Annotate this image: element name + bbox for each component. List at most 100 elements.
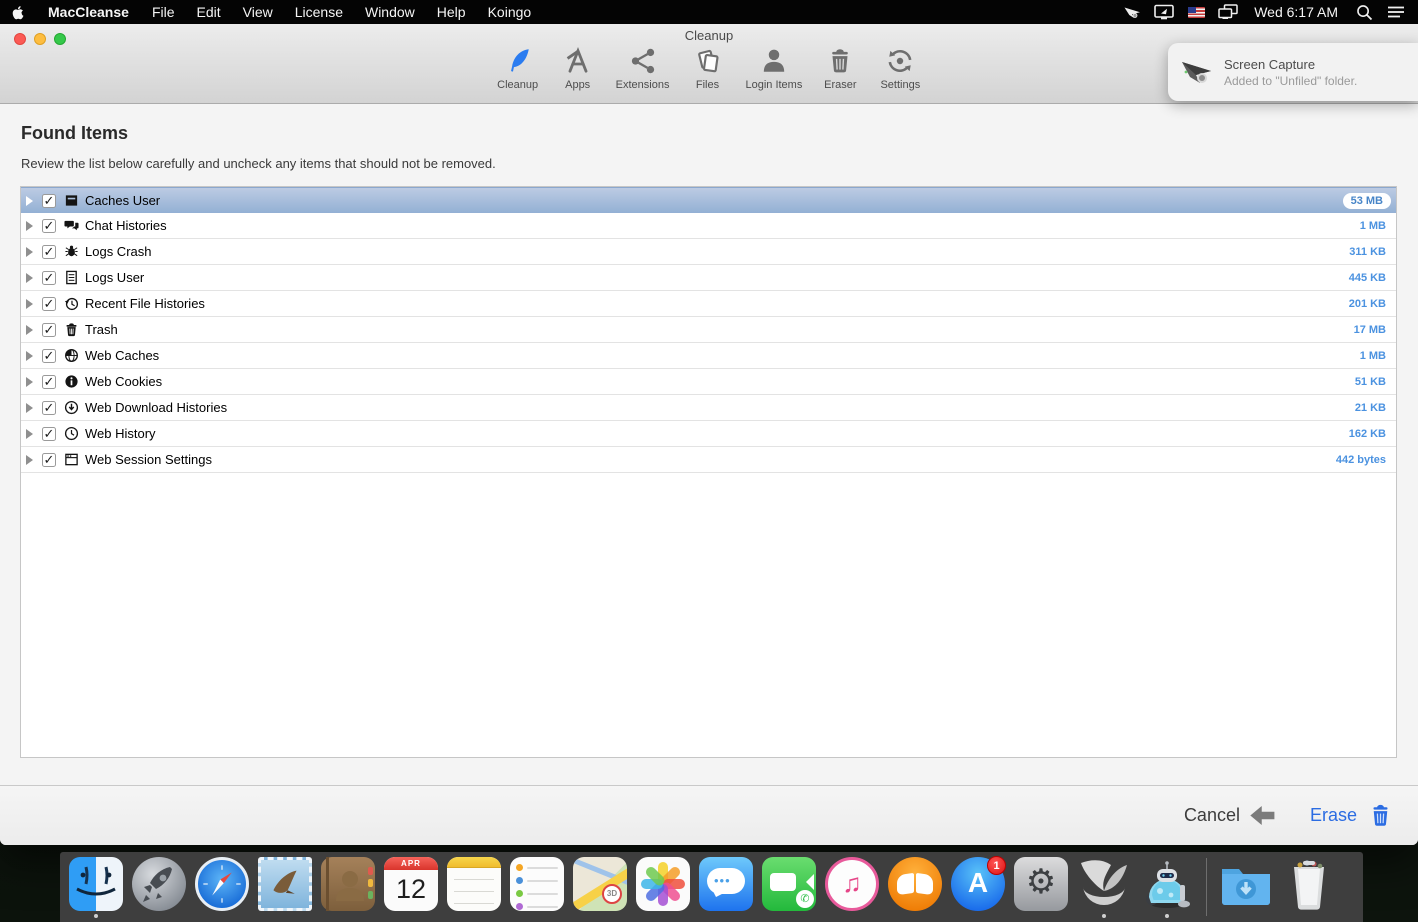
toolbar-item-extensions[interactable]: Extensions (616, 46, 670, 91)
disclosure-triangle-icon[interactable] (26, 403, 33, 413)
menu-clock[interactable]: Wed 6:17 AM (1248, 4, 1344, 20)
item-checkbox[interactable]: ✓ (42, 453, 56, 467)
dock-item-downloads-folder[interactable] (1218, 856, 1274, 918)
menu-item-window[interactable]: Window (354, 4, 426, 20)
list-item[interactable]: ✓ Web Session Settings 442 bytes (21, 447, 1396, 473)
list-item[interactable]: ✓ Chat Histories 1 MB (21, 213, 1396, 239)
item-checkbox[interactable]: ✓ (42, 375, 56, 389)
notification-banner[interactable]: Screen Capture Added to "Unfiled" folder… (1168, 43, 1418, 101)
notification-center-icon[interactable] (1384, 1, 1408, 23)
item-label: Chat Histories (85, 218, 167, 233)
item-checkbox[interactable]: ✓ (42, 245, 56, 259)
erase-button[interactable]: Erase (1310, 802, 1394, 829)
menu-item-edit[interactable]: Edit (186, 4, 232, 20)
toolbar-item-login-items[interactable]: Login Items (745, 46, 802, 91)
dock-item-system-preferences[interactable]: ⚙ (1013, 856, 1069, 918)
item-checkbox[interactable]: ✓ (42, 323, 56, 337)
item-checkbox[interactable]: ✓ (42, 271, 56, 285)
list-item[interactable]: ✓ Web Download Histories 21 KB (21, 395, 1396, 421)
disclosure-triangle-icon[interactable] (26, 325, 33, 335)
dock-item-photos[interactable] (635, 856, 691, 918)
app-menu-title[interactable]: MacCleanse (36, 4, 141, 20)
dock-item-maps[interactable]: 3D (572, 856, 628, 918)
item-label: Web Cookies (85, 374, 162, 389)
list-item[interactable]: ✓ Web Caches 1 MB (21, 343, 1396, 369)
dock-item-launchpad[interactable] (131, 856, 187, 918)
toolbar-icon (825, 46, 855, 76)
apple-menu[interactable] (0, 4, 36, 21)
dock-item-contacts[interactable] (320, 856, 376, 918)
dock-item-reminders[interactable] (509, 856, 565, 918)
item-checkbox[interactable]: ✓ (42, 427, 56, 441)
item-size: 21 KB (1355, 402, 1386, 414)
menu-item-view[interactable]: View (232, 4, 284, 20)
toolbar-item-apps[interactable]: Apps (556, 46, 600, 91)
item-label: Logs Crash (85, 244, 151, 259)
item-checkbox[interactable]: ✓ (42, 219, 56, 233)
menu-item-license[interactable]: License (284, 4, 354, 20)
list-item[interactable]: ✓ Recent File Histories 201 KB (21, 291, 1396, 317)
dock-item-mail[interactable] (257, 856, 313, 918)
toolbar-label: Eraser (824, 79, 856, 91)
dock-item-calendar[interactable]: APR 12 (383, 856, 439, 918)
minimize-button[interactable] (34, 33, 46, 45)
dock-item-maccleanse[interactable] (1139, 856, 1195, 918)
close-button[interactable] (14, 33, 26, 45)
disclosure-triangle-icon[interactable] (26, 377, 33, 387)
dock-item-trash[interactable] (1281, 856, 1337, 918)
dock-item-itunes[interactable]: ♫ (824, 856, 880, 918)
display-cast-icon[interactable] (1152, 1, 1176, 23)
disclosure-triangle-icon[interactable] (26, 455, 33, 465)
dock-item-screen-capture-app[interactable] (1076, 856, 1132, 918)
item-size: 51 KB (1355, 376, 1386, 388)
disclosure-triangle-icon[interactable] (26, 351, 33, 361)
disclosure-triangle-icon[interactable] (26, 273, 33, 283)
screen-sharing-icon[interactable] (1216, 1, 1240, 23)
gear-icon: ⚙ (1014, 857, 1068, 911)
dock-item-messages[interactable] (698, 856, 754, 918)
item-checkbox[interactable]: ✓ (42, 194, 56, 208)
dock-item-finder[interactable] (68, 856, 124, 918)
disclosure-triangle-icon[interactable] (26, 221, 33, 231)
menu-item-koingo[interactable]: Koingo (477, 4, 543, 20)
menu-item-file[interactable]: File (141, 4, 186, 20)
toolbar-label: Extensions (616, 79, 670, 91)
page-title: Found Items (21, 123, 128, 144)
list-item[interactable]: ✓ Caches User 53 MB (21, 187, 1396, 213)
cancel-button[interactable]: Cancel (1184, 805, 1276, 826)
item-label: Trash (85, 322, 118, 337)
toolbar-item-settings[interactable]: Settings (878, 46, 922, 91)
disclosure-triangle-icon[interactable] (26, 196, 33, 206)
dock-item-ibooks[interactable] (887, 856, 943, 918)
disclosure-triangle-icon[interactable] (26, 247, 33, 257)
menu-item-help[interactable]: Help (426, 4, 477, 20)
spotlight-search-icon[interactable] (1352, 1, 1376, 23)
disclosure-triangle-icon[interactable] (26, 299, 33, 309)
item-label: Web Download Histories (85, 400, 227, 415)
item-checkbox[interactable]: ✓ (42, 349, 56, 363)
toolbar-icon (885, 46, 915, 76)
dock-item-app-store[interactable]: A1 (950, 856, 1006, 918)
toolbar-item-files[interactable]: Files (685, 46, 729, 91)
us-flag-icon[interactable] (1184, 1, 1208, 23)
item-size: 311 KB (1349, 246, 1386, 258)
dock-item-safari[interactable] (194, 856, 250, 918)
toolbar-item-eraser[interactable]: Eraser (818, 46, 862, 91)
list-item[interactable]: ✓ Web Cookies 51 KB (21, 369, 1396, 395)
list-item[interactable]: ✓ Trash 17 MB (21, 317, 1396, 343)
list-item[interactable]: ✓ Web History 162 KB (21, 421, 1396, 447)
item-checkbox[interactable]: ✓ (42, 297, 56, 311)
item-checkbox[interactable]: ✓ (42, 401, 56, 415)
toolbar-item-cleanup[interactable]: Cleanup (496, 46, 540, 91)
zoom-button[interactable] (54, 33, 66, 45)
disclosure-triangle-icon[interactable] (26, 429, 33, 439)
dock-item-notes[interactable] (446, 856, 502, 918)
app-store-badge: 1 (987, 856, 1006, 875)
item-type-icon (64, 426, 79, 441)
item-label: Logs User (85, 270, 144, 285)
screen-capture-bird-icon[interactable] (1120, 1, 1144, 23)
list-item[interactable]: ✓ Logs User 445 KB (21, 265, 1396, 291)
music-note-glyph: ♫ (825, 857, 879, 911)
list-item[interactable]: ✓ Logs Crash 311 KB (21, 239, 1396, 265)
dock-item-facetime[interactable]: ✆ (761, 856, 817, 918)
